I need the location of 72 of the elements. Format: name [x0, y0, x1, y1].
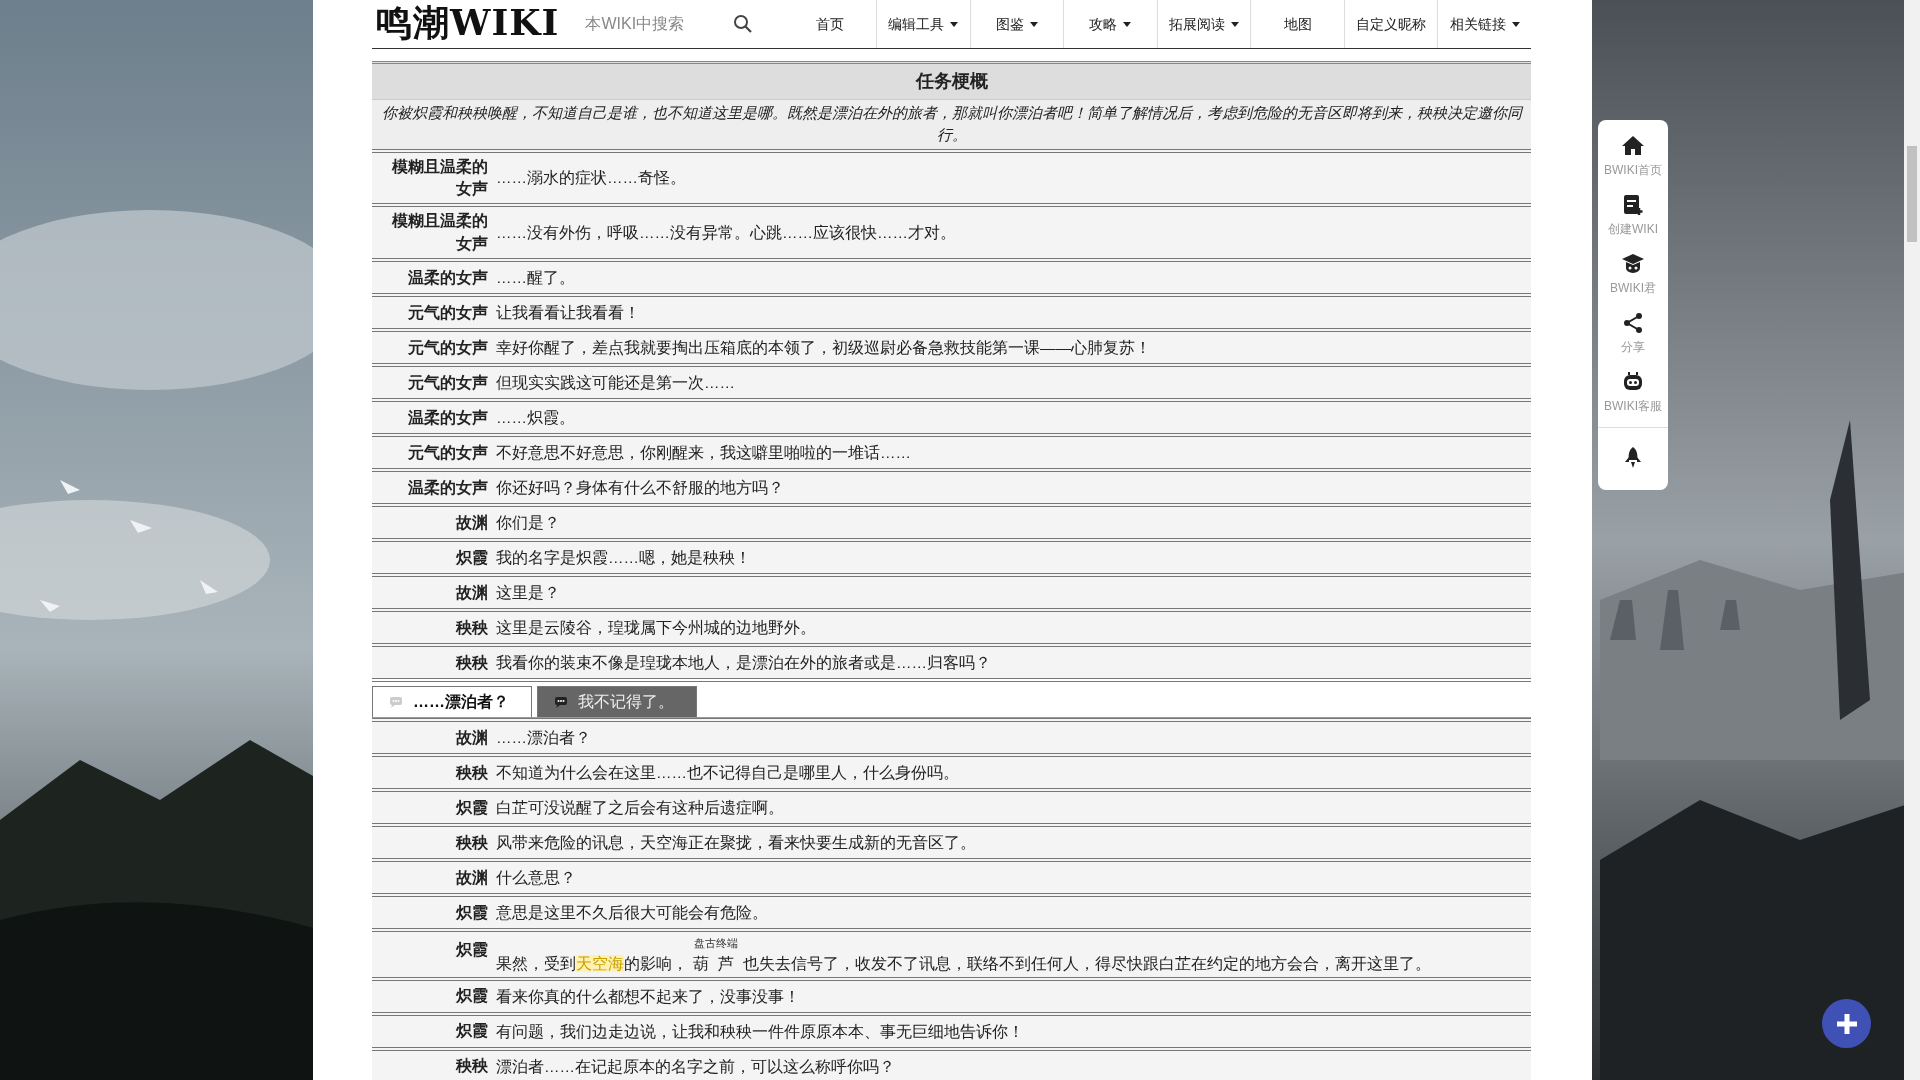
dialogue-text: ……溺水的症状……奇怪。: [496, 168, 687, 189]
speaker-name: 炽霞: [455, 1020, 489, 1041]
speaker-name: 模糊且温柔的女声: [391, 156, 489, 199]
dialogue-text: 不知道为什么会在这里……也不记得自己是哪里人，什么身份吗。: [496, 763, 960, 784]
speaker-name: 元气的女声: [407, 372, 489, 393]
dialogue-text: 我看你的装束不像是瑝珑本地人，是漂泊在外的旅者或是……归客吗？: [496, 653, 992, 674]
dialogue-text: 这里是？: [496, 583, 561, 604]
dialogue-text: 你还好吗？身体有什么不舒服的地方吗？: [496, 478, 785, 499]
dialogue-text: 但现实实践这可能还是第一次……: [496, 373, 736, 394]
speaker-name: 温柔的女声: [407, 267, 489, 288]
choice-tab[interactable]: ……漂泊者？: [372, 686, 532, 718]
speaker-name: 元气的女声: [407, 337, 489, 358]
nav-link[interactable]: 攻略: [1063, 0, 1157, 48]
speaker-name: 温柔的女声: [407, 477, 489, 498]
dialogue-text: ……没有外伤，呼吸……没有异常。心跳……应该很快……才对。: [496, 223, 957, 244]
document-plus-icon: [1621, 193, 1645, 217]
dialogue-text: 意思是这里不久后很大可能会有危险。: [496, 903, 769, 924]
dialogue-text: 风带来危险的讯息，天空海正在聚拢，看来快要生成新的无音区了。: [496, 833, 977, 854]
dialogue-text: 什么意思？: [496, 868, 577, 889]
speaker-name: 元气的女声: [407, 442, 489, 463]
nav-link[interactable]: 图鉴: [969, 0, 1064, 48]
ruby-annotation: 盘古终端: [694, 938, 738, 950]
speaker-name: 炽霞: [455, 902, 489, 923]
speaker-name: 炽霞: [455, 797, 489, 818]
chat-bubble-icon: [554, 696, 568, 709]
scrollbar[interactable]: [1904, 0, 1920, 1080]
nav-link[interactable]: 编辑工具: [876, 0, 970, 48]
dialogue-text: 有问题，我们边走边说，让我和秧秧一件件原原本本、事无巨细地告诉你！: [496, 1021, 1025, 1042]
speaker-name: 故渊: [455, 867, 489, 888]
dialogue-text: ……醒了。: [496, 268, 576, 289]
speaker-name: 炽霞: [455, 985, 489, 1006]
search-icon[interactable]: [733, 14, 754, 34]
site-logo[interactable]: 鸣潮WIKI: [372, 0, 564, 48]
speaker-name: 故渊: [455, 582, 489, 603]
section-heading: 任务梗概: [372, 61, 1531, 99]
summary-text: 你被炽霞和秧秧唤醒，不知道自己是谁，也不知道这里是哪。既然是漂泊在外的旅者，那就叫你漂泊者吧！简单了解情况后，考虑到危险的无音区即将到来，秧秧决定邀你同行。: [372, 99, 1531, 149]
dialogue-text: 这里是云陵谷，瑝珑属下今州城的边地野外。: [496, 618, 817, 639]
graduation-cap-icon: [1621, 252, 1645, 276]
dialogue-text: 白芷可没说醒了之后会有这种后遗症啊。: [496, 798, 785, 819]
dialogue-text: 我的名字是炽霞……嗯，她是秧秧！: [496, 548, 752, 569]
dialogue-text: ……炽霞。: [496, 408, 576, 429]
dialogue-text: 你们是？: [496, 513, 561, 534]
speaker-name: 秧秧: [454, 652, 489, 673]
speaker-name: 秧秧: [454, 617, 489, 638]
speaker-name: 故渊: [455, 727, 489, 748]
speaker-name: 炽霞: [455, 547, 489, 568]
dialogue-text: ……漂泊者？: [496, 728, 592, 749]
chat-bubble-icon: [389, 696, 403, 709]
dialogue-text: 果然，受到天空海的影响， 葫芦 也失去信号了，收发不了讯息，联络不到任何人，得尽快跟白芷在约定的地方会合，离开这里了。: [496, 954, 1433, 975]
plus-icon: [1834, 1011, 1859, 1036]
search-field[interactable]: 本WIKI中搜索: [583, 11, 714, 37]
speaker-name: 秧秧: [454, 1055, 489, 1076]
home-icon: [1621, 134, 1645, 158]
nav-link[interactable]: 自定义昵称: [1343, 0, 1438, 48]
choice-tab[interactable]: 我不记得了。: [537, 686, 697, 718]
dialogue-text: 看来你真的什么都想不起来了，没事没事！: [496, 986, 801, 1007]
dialogue-text: 不好意思不好意思，你刚醒来，我这噼里啪啦的一堆话……: [496, 443, 912, 464]
nav-link[interactable]: 地图: [1250, 0, 1344, 48]
share-icon: [1621, 311, 1645, 335]
dialogue-text: 漂泊者……在记起原本的名字之前，可以这么称呼你吗？: [496, 1056, 896, 1077]
speaker-name: 元气的女声: [407, 302, 489, 323]
nav-link[interactable]: 拓展阅读: [1156, 0, 1251, 48]
dialogue-text: 让我看看让我看看！: [496, 303, 641, 324]
speaker-name: 炽霞: [455, 940, 489, 961]
speaker-name: 秧秧: [454, 832, 489, 853]
nav-link[interactable]: 首页: [783, 0, 876, 48]
speaker-name: 秧秧: [454, 762, 489, 783]
dialogue-text: 幸好你醒了，差点我就要掏出压箱底的本领了，初级巡尉必备急救技能第一课——心肺复苏！: [496, 338, 1152, 359]
speaker-name: 温柔的女声: [407, 407, 489, 428]
speaker-name: 故渊: [455, 512, 489, 533]
nav-link[interactable]: 相关链接: [1437, 0, 1532, 48]
speaker-name: 模糊且温柔的女声: [391, 211, 489, 254]
